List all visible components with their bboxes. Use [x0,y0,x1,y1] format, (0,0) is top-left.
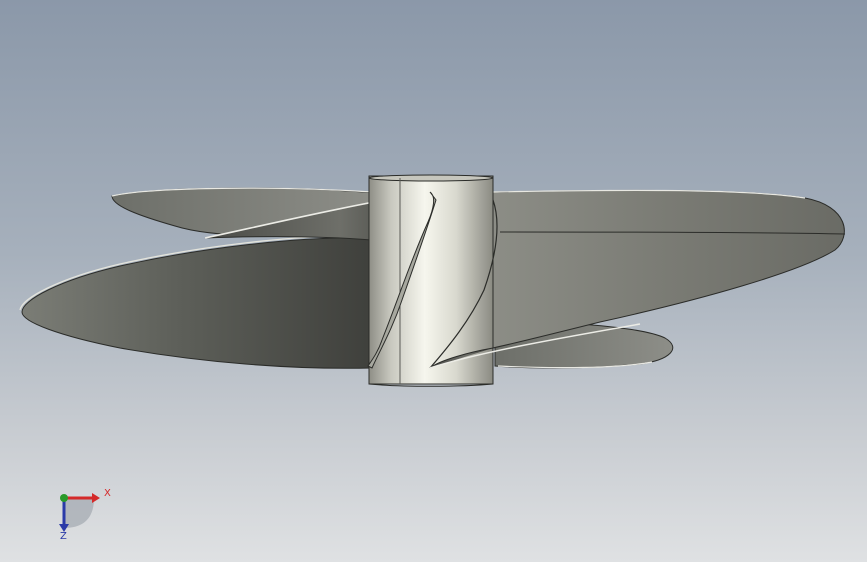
orientation-triad: X Y Z [44,480,124,550]
propeller-model[interactable] [0,0,867,562]
graphics-viewport[interactable]: X Y Z [0,0,867,562]
y-axis-point [60,494,68,502]
z-axis-label: Z [60,531,67,542]
x-axis-label: X [104,488,111,499]
blade-right [492,189,845,349]
hub-top-face [368,174,494,182]
blade-left [21,237,373,369]
triad-shadow [64,498,94,528]
